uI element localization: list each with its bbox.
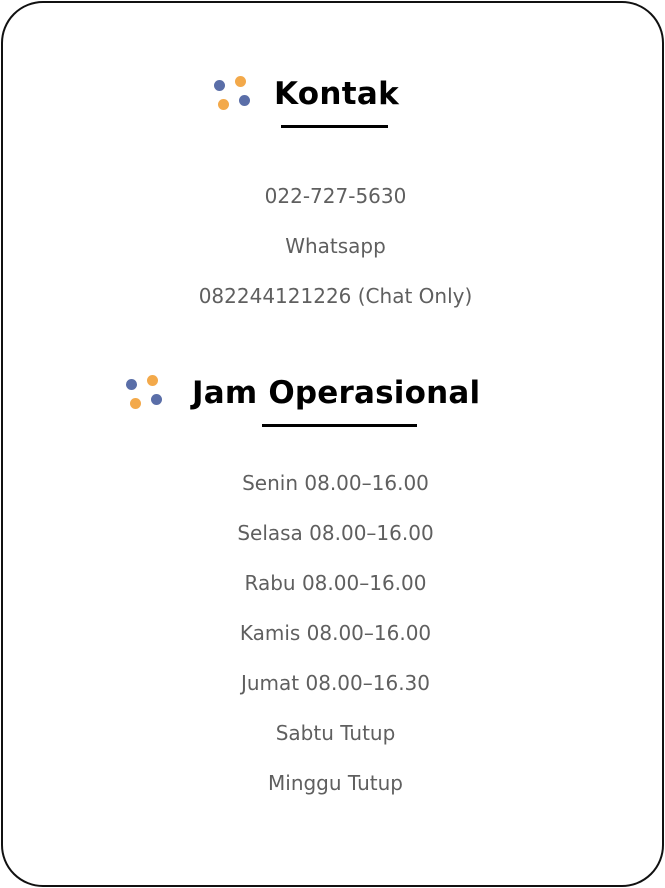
hours-jumat: Jumat 08.00–16.30 — [240, 671, 431, 695]
dots-icon — [211, 75, 253, 117]
jam-operasional-title-underline — [262, 424, 417, 427]
hours-kamis: Kamis 08.00–16.00 — [239, 621, 432, 645]
orange-dot — [147, 375, 158, 386]
orange-dot — [218, 99, 229, 110]
hours-minggu: Minggu Tutup — [268, 771, 403, 795]
dots-icon — [123, 374, 165, 416]
kontak-title-underline — [281, 125, 388, 128]
orange-dot — [130, 398, 141, 409]
whatsapp-label: Whatsapp — [285, 234, 386, 258]
orange-dot — [235, 76, 246, 87]
phone-number[interactable]: 022-727-5630 — [3, 183, 665, 209]
hours-senin: Senin 08.00–16.00 — [242, 471, 429, 495]
whatsapp-number[interactable]: 082244121226 (Chat Only) — [3, 283, 665, 309]
hours-rabu: Rabu 08.00–16.00 — [244, 571, 427, 595]
blue-dot — [214, 80, 225, 91]
jam-operasional-title: Jam Operasional — [192, 375, 481, 411]
blue-dot — [151, 394, 162, 405]
blue-dot — [239, 95, 250, 106]
hours-sabtu: Sabtu Tutup — [275, 721, 396, 745]
contact-card: Kontak 022-727-5630 Whatsapp 08224412122… — [1, 1, 664, 887]
hours-selasa: Selasa 08.00–16.00 — [237, 521, 434, 545]
blue-dot — [126, 379, 137, 390]
kontak-title: Kontak — [274, 76, 399, 112]
